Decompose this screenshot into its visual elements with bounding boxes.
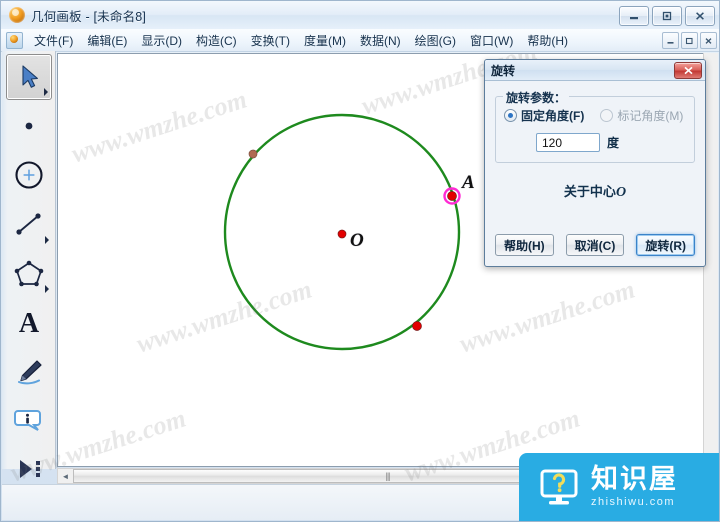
site-logo: 知识屋 zhishiwu.com [519,453,719,521]
about-center-point: O [615,185,627,200]
flyout-arrow-icon[interactable] [43,88,48,96]
radio-fixed-angle[interactable]: 固定角度(F) [504,107,584,124]
mdi-minimize-button[interactable] [662,32,679,49]
angle-mode-radio-group: 固定角度(F) 标记角度(M) [504,107,686,124]
app-globe-icon [9,7,25,23]
mdi-restore-button[interactable] [681,32,698,49]
title-bar: 几何画板 - [未命名8] [1,1,719,29]
logo-title-en: zhishiwu.com [591,496,676,508]
straightedge-tool[interactable] [6,201,52,247]
mdi-child-controls [662,32,717,49]
info-tool[interactable] [6,397,52,443]
circle-compass-icon [14,161,43,189]
dialog-body: 旋转参数： 固定角度(F) 标记角度(M) 120 度 关于中心O [485,81,705,201]
minimize-button[interactable] [619,6,649,26]
menu-edit[interactable]: 编辑(E) [80,29,134,52]
radio-marked-angle: 标记角度(M) [600,107,683,124]
angle-input[interactable]: 120 [536,133,600,152]
point-label-o[interactable]: O [350,230,364,252]
dialog-title-bar: 旋转 [485,60,705,81]
menu-transform[interactable]: 变换(T) [244,29,297,52]
scroll-left-arrow-icon[interactable]: ◄ [58,469,73,483]
point-center-o[interactable] [337,229,347,239]
radio-fixed-angle-label: 固定角度(F) [521,109,585,123]
text-a-icon: A [18,308,39,337]
about-center-text: 关于中心O [495,181,695,201]
menu-graph[interactable]: 绘图(G) [408,29,463,52]
arrow-select-tool[interactable] [5,54,52,100]
dialog-close-button[interactable] [674,62,702,79]
svg-text:A: A [18,308,39,337]
maximize-button[interactable] [652,6,682,26]
radio-fixed-angle-indicator[interactable] [504,109,517,122]
point-image-2[interactable] [412,321,422,331]
angle-unit-label: 度 [607,136,620,150]
point-icon [25,122,32,130]
flyout-arrow-icon[interactable] [44,236,49,244]
window-title: 几何画板 - [未命名8] [31,9,147,24]
text-tool[interactable]: A [6,299,52,345]
menu-display[interactable]: 显示(D) [134,29,189,52]
line-segment-icon [15,213,41,235]
menu-measure[interactable]: 度量(M) [297,29,353,52]
close-button[interactable] [685,6,715,26]
polygon-tool[interactable] [6,250,52,296]
rotate-dialog[interactable]: 旋转 旋转参数： 固定角度(F) 标记角度(M) 120 度 关于中心O 帮助(… [484,59,706,267]
angle-value-row: 120 度 [504,133,686,152]
monitor-question-icon [537,465,581,509]
menu-bar: 文件(F) 编辑(E) 显示(D) 构造(C) 变换(T) 度量(M) 数据(N… [1,29,719,52]
mdi-close-button[interactable] [700,32,717,49]
tool-palette: A [2,51,56,495]
window-controls [619,6,715,26]
rotate-button[interactable]: 旋转(R) [636,234,695,256]
cancel-button[interactable]: 取消(C) [565,234,625,256]
help-button[interactable]: 帮助(H) [494,234,554,256]
logo-title-cn: 知识屋 [591,464,678,495]
menu-number[interactable]: 数据(N) [353,29,408,52]
arrow-cursor-icon [21,65,38,88]
about-center-prefix: 关于中心 [563,184,616,199]
application-window: 几何画板 - [未命名8] 文件(F) 编辑(E) 显示(D) 构造(C) 变换… [0,0,720,522]
menu-construct[interactable]: 构造(C) [189,29,244,52]
marker-tool[interactable] [6,348,52,394]
point-tool[interactable] [6,103,52,149]
flyout-arrow-icon[interactable] [44,285,49,293]
menu-file[interactable]: 文件(F) [27,29,80,52]
radio-marked-angle-indicator [600,109,614,122]
pen-marker-icon [17,360,42,385]
menu-help[interactable]: 帮助(H) [520,29,575,52]
point-a[interactable] [447,191,457,201]
dialog-button-row: 帮助(H) 取消(C) 旋转(R) [485,234,705,256]
logo-text: 知识屋 zhishiwu.com [591,466,678,508]
radio-marked-angle-label: 标记角度(M) [617,109,684,123]
dialog-title: 旋转 [491,63,516,78]
information-icon [13,410,41,431]
play-menu-icon [19,460,40,478]
document-icon[interactable] [6,31,23,49]
menu-window[interactable]: 窗口(W) [463,29,520,52]
rotate-parameters-group: 旋转参数： 固定角度(F) 标记角度(M) 120 度 [495,89,695,163]
polygon-icon [14,260,43,287]
compass-tool[interactable] [6,152,52,198]
point-label-a[interactable]: A [462,172,475,194]
rotate-parameters-legend: 旋转参数： [503,89,570,106]
point-image-1[interactable] [248,149,258,159]
